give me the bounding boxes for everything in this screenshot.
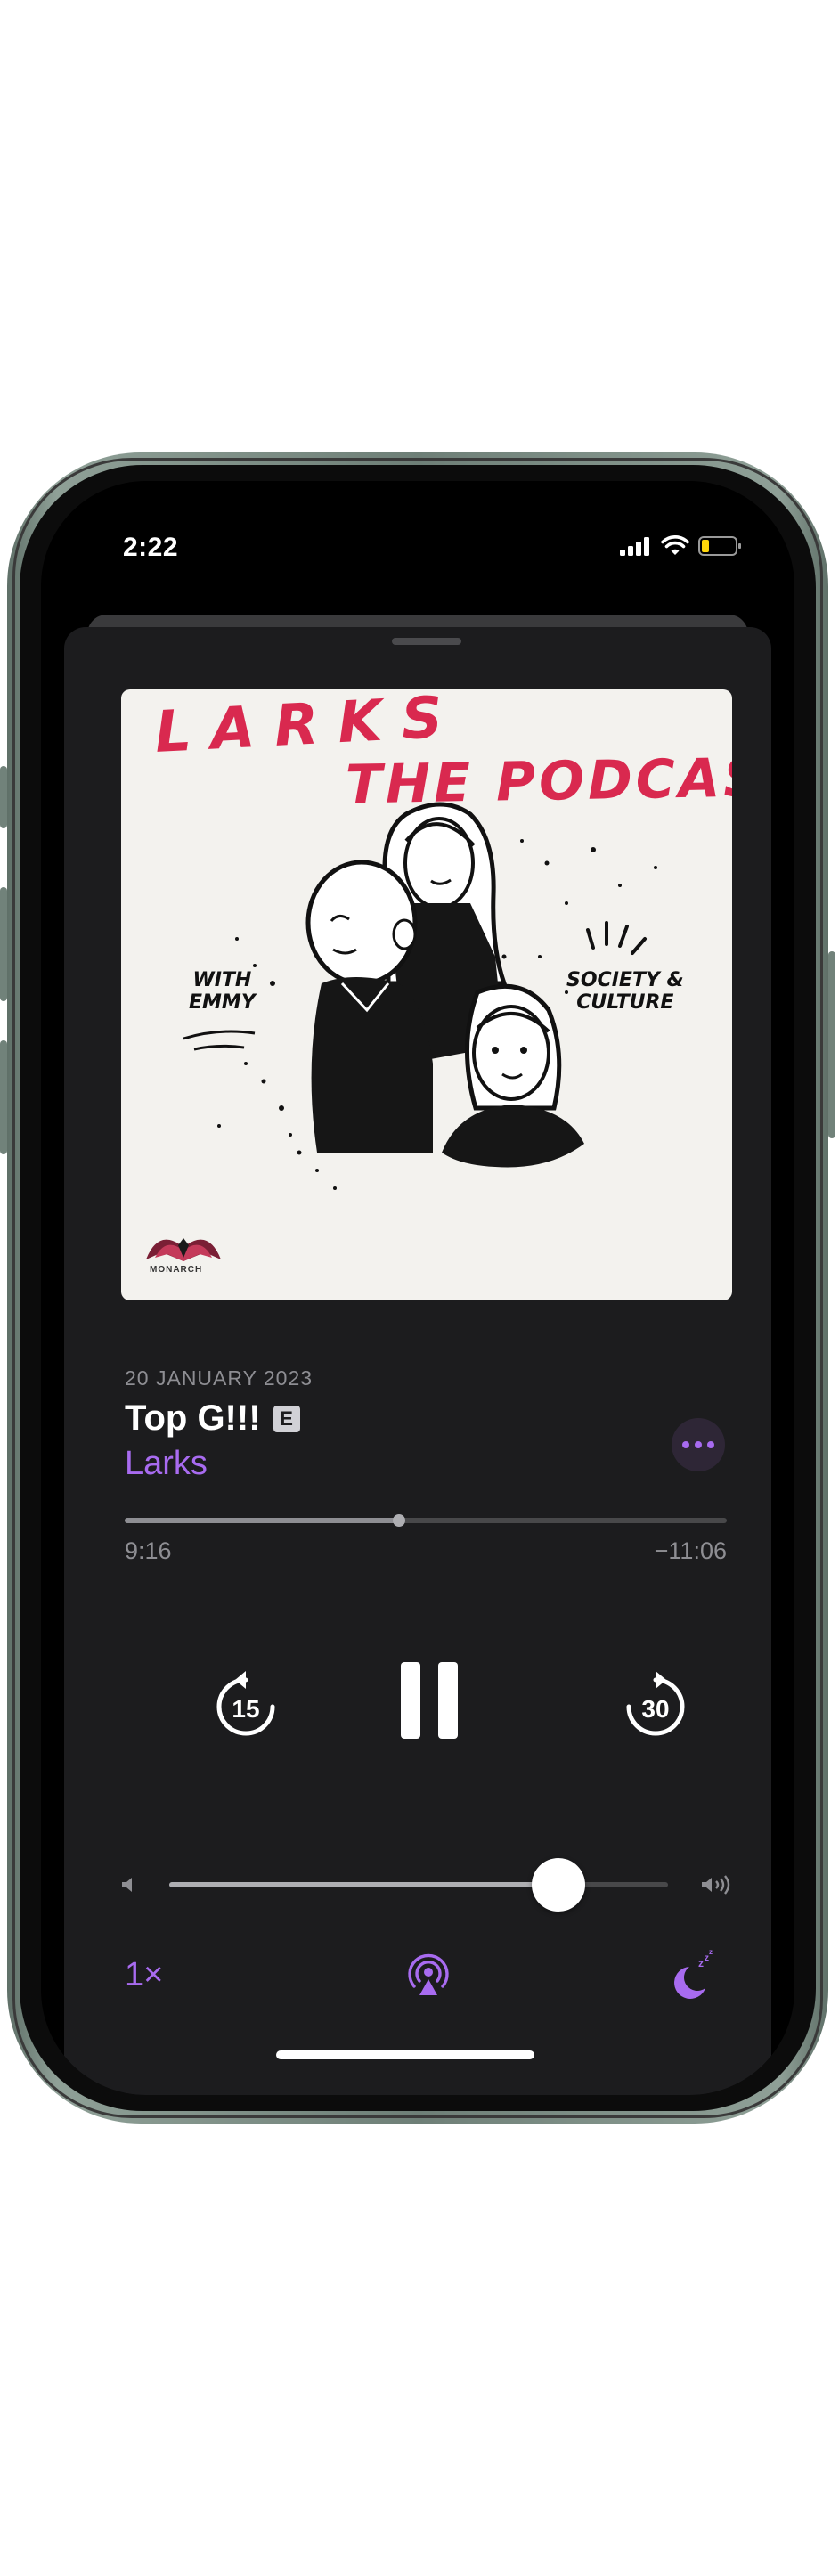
elapsed-time: 9:16 <box>125 1537 172 1564</box>
artwork-tag-left: WITH EMMY <box>189 969 256 1014</box>
show-name-link[interactable]: Larks <box>125 1445 208 1483</box>
wifi-icon <box>661 535 689 555</box>
monarch-logo-text: MONARCH <box>150 1265 203 1275</box>
more-dot <box>695 1441 702 1448</box>
side-power-button <box>828 951 835 1138</box>
artwork-tag-right-line2: CULTURE <box>576 991 674 1014</box>
playback-scrubber[interactable] <box>125 1514 727 1527</box>
artwork-tag-left-line1: WITH <box>192 969 252 991</box>
pause-button[interactable] <box>401 1662 458 1739</box>
artwork-tag-right: SOCIETY & CULTURE <box>566 969 684 1014</box>
skip-back-15-icon[interactable]: 15 <box>210 1669 281 1740</box>
svg-text:z: z <box>709 1949 713 1956</box>
status-time: 2:22 <box>123 533 179 562</box>
episode-title: Top G!!! <box>125 1398 261 1438</box>
sheet-grabber[interactable] <box>392 638 461 645</box>
pause-bar-left <box>401 1662 420 1739</box>
status-bar: 2:22 <box>41 481 794 588</box>
airplay-audio-icon[interactable] <box>405 1952 452 1999</box>
volume-down-button <box>0 1040 7 1154</box>
signal-icon <box>620 537 649 556</box>
screen: 2:22 LARKS THE PODCAST WITH EMMY SOCIETY… <box>41 481 794 2095</box>
phone-frame: 2:22 LARKS THE PODCAST WITH EMMY SOCIETY… <box>0 452 835 2124</box>
pause-bar-right <box>438 1662 458 1739</box>
mute-switch <box>0 766 7 828</box>
sleep-timer-icon[interactable]: z z z <box>666 1949 716 2002</box>
volume-slider-knob[interactable] <box>531 1858 585 1912</box>
remaining-time: −11:06 <box>654 1537 727 1564</box>
playback-speed-button[interactable]: 1× <box>125 1956 163 1994</box>
battery-fill <box>702 540 709 552</box>
volume-slider[interactable] <box>169 1858 668 1912</box>
volume-fill <box>169 1882 558 1887</box>
podcast-artwork: LARKS THE PODCAST WITH EMMY SOCIETY & CU… <box>121 689 732 1300</box>
skip-back-label: 15 <box>232 1695 259 1723</box>
svg-text:z: z <box>698 1957 704 1969</box>
playback-scrubber-knob[interactable] <box>392 1514 405 1527</box>
now-playing-sheet: LARKS THE PODCAST WITH EMMY SOCIETY & CU… <box>64 627 771 2095</box>
episode-date: 20 JANUARY 2023 <box>125 1366 314 1390</box>
volume-low-icon <box>122 1878 132 1892</box>
episode-title-row[interactable]: Top G!!! E <box>125 1398 300 1439</box>
more-dot <box>707 1441 714 1448</box>
artwork-tag-left-line2: EMMY <box>189 991 256 1014</box>
more-options-button[interactable] <box>672 1418 725 1471</box>
battery-cap <box>738 543 741 549</box>
home-indicator[interactable] <box>276 2050 534 2059</box>
status-icons <box>620 533 741 559</box>
volume-up-button <box>0 887 7 1001</box>
skip-forward-30-icon[interactable]: 30 <box>620 1669 691 1740</box>
artwork-tag-right-line1: SOCIETY & <box>566 969 684 991</box>
volume-high-icon <box>702 1875 730 1895</box>
explicit-badge: E <box>273 1405 300 1432</box>
more-dot <box>682 1441 689 1448</box>
battery-icon <box>698 536 741 556</box>
playback-progress-fill <box>125 1518 399 1523</box>
skip-forward-label: 30 <box>641 1695 669 1723</box>
